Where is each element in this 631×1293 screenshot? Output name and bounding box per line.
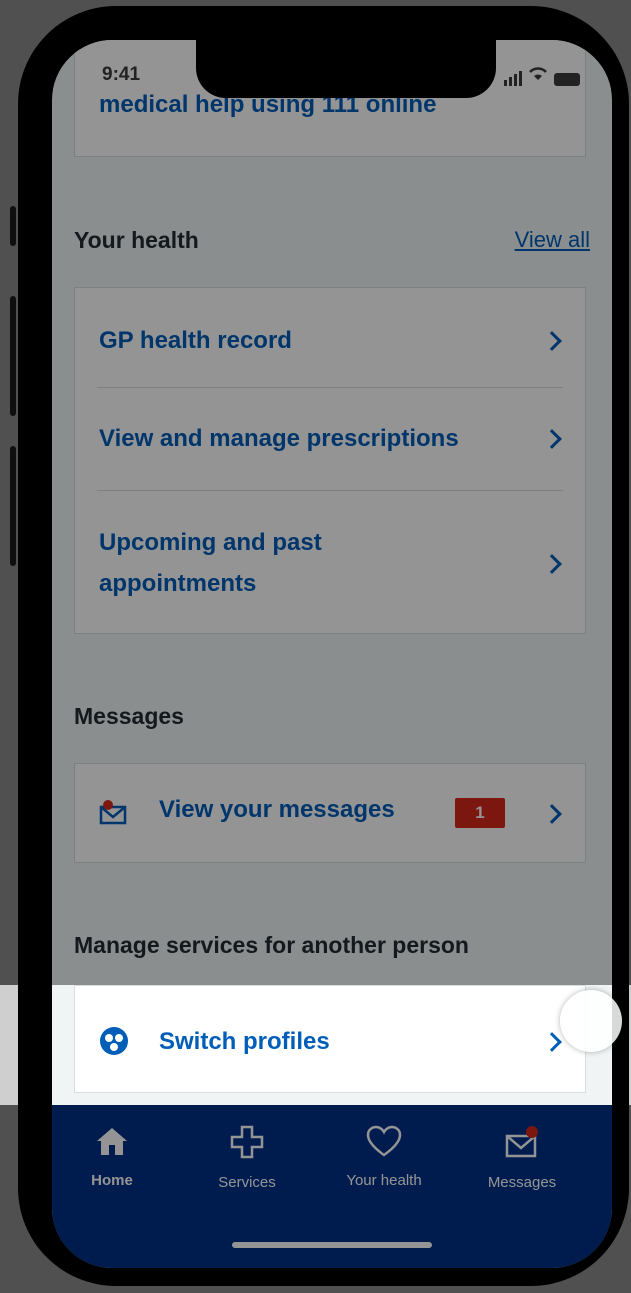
switch-profiles-card[interactable]: Switch profiles [74, 985, 586, 1093]
envelope-icon [504, 1126, 540, 1163]
your-health-heading: Your health [74, 227, 199, 253]
messages-heading: Messages [74, 703, 184, 729]
phone-button [10, 446, 16, 566]
tab-home[interactable]: Home [52, 1125, 172, 1189]
divider [97, 387, 563, 388]
tab-messages[interactable]: Messages [462, 1125, 582, 1191]
envelope-notification-icon [99, 798, 129, 833]
status-icons [504, 66, 580, 86]
your-health-card: GP health record View and manage prescri… [74, 287, 586, 634]
tab-messages-label: Messages [487, 1174, 557, 1191]
appointments-label-line1: Upcoming and past [99, 529, 322, 557]
phone-button [10, 296, 16, 416]
chevron-right-icon [542, 1032, 562, 1052]
home-icon [95, 1128, 129, 1161]
status-time: 9:41 [102, 64, 141, 85]
tab-home-label: Home [91, 1172, 133, 1189]
home-indicator [232, 1242, 432, 1248]
background-edge [0, 985, 18, 1105]
cross-icon [230, 1125, 264, 1163]
gp-health-record-row[interactable]: GP health record [75, 300, 585, 382]
unread-count-badge: 1 [455, 798, 505, 828]
spotlight-band: Switch profiles [52, 985, 612, 1105]
heart-icon [366, 1125, 402, 1161]
appointments-label: Upcoming and past appointments [99, 523, 322, 605]
divider [97, 490, 563, 491]
appointments-row[interactable]: Upcoming and past appointments [75, 502, 585, 626]
appointments-label-line2: appointments [99, 570, 257, 597]
tab-services-label: Services [218, 1174, 276, 1191]
tab-your-health-label: Your health [346, 1172, 422, 1189]
manage-services-heading: Manage services for another person [74, 932, 469, 958]
phone-button [10, 206, 16, 246]
wifi-icon [528, 66, 548, 86]
signal-icon [504, 71, 522, 86]
chevron-right-icon [542, 331, 562, 351]
tab-your-health[interactable]: Your health [324, 1125, 444, 1189]
switch-profiles-label: Switch profiles [159, 1028, 330, 1055]
chevron-right-icon [542, 804, 562, 824]
chevron-right-icon [542, 429, 562, 449]
prescriptions-label: View and manage prescriptions [99, 424, 459, 452]
messages-card[interactable]: View your messages 1 [74, 763, 586, 863]
profiles-icon [99, 1026, 129, 1061]
tab-services[interactable]: Services [187, 1125, 307, 1191]
view-messages-label: View your messages [159, 796, 395, 823]
phone-frame-edge [18, 985, 52, 1105]
prescriptions-row[interactable]: View and manage prescriptions [75, 398, 585, 480]
chevron-right-icon [542, 554, 562, 574]
view-all-link[interactable]: View all [515, 227, 590, 253]
notch [196, 40, 496, 98]
gp-health-record-label: GP health record [99, 326, 292, 354]
touch-indicator [560, 990, 622, 1052]
battery-icon [554, 73, 580, 86]
